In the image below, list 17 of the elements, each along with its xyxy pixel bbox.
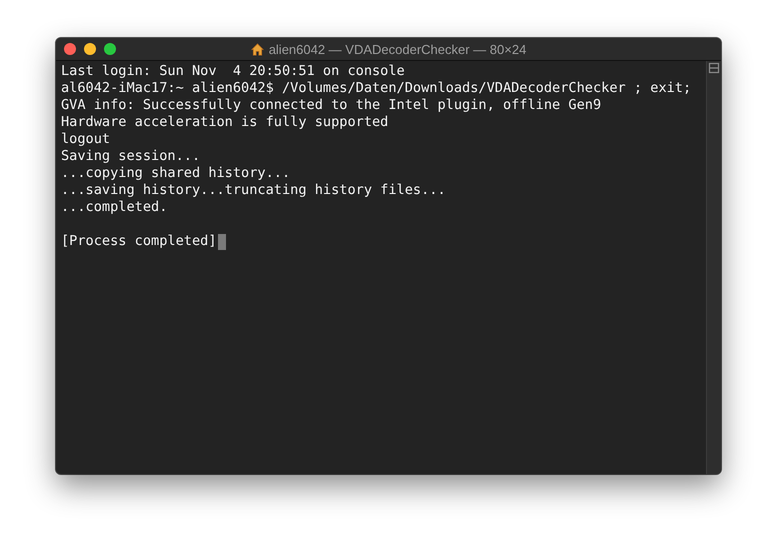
terminal-line: logout [61,131,112,148]
terminal-line: ...copying shared history... [61,165,292,182]
terminal-line: GVA info: Successfully connected to the Intel plugin, offline Gen9 [61,97,602,114]
terminal-line: al6042-iMac17:~ alien6042$ /Volumes/Daten/Downloads/VDADecoderChecker ; exit; [61,80,692,97]
terminal-line: ...completed. [61,199,168,216]
zoom-button[interactable] [104,43,116,55]
terminal-line: [Process completed] [61,233,216,250]
terminal-line: Hardware acceleration is fully supported [61,114,390,131]
terminal-line: Last login: Sun Nov 4 20:50:51 on console [61,63,406,80]
house-icon [250,42,264,56]
close-button[interactable] [64,43,76,55]
terminal-line: ...saving history...truncating history files... [61,182,447,199]
minimize-button[interactable] [84,43,96,55]
cursor-icon [218,234,226,250]
terminal-line: Saving session... [61,148,202,165]
split-pane-icon[interactable] [708,62,720,74]
window-title: alien6042 — VDADecoderChecker — 80×24 [268,42,526,56]
